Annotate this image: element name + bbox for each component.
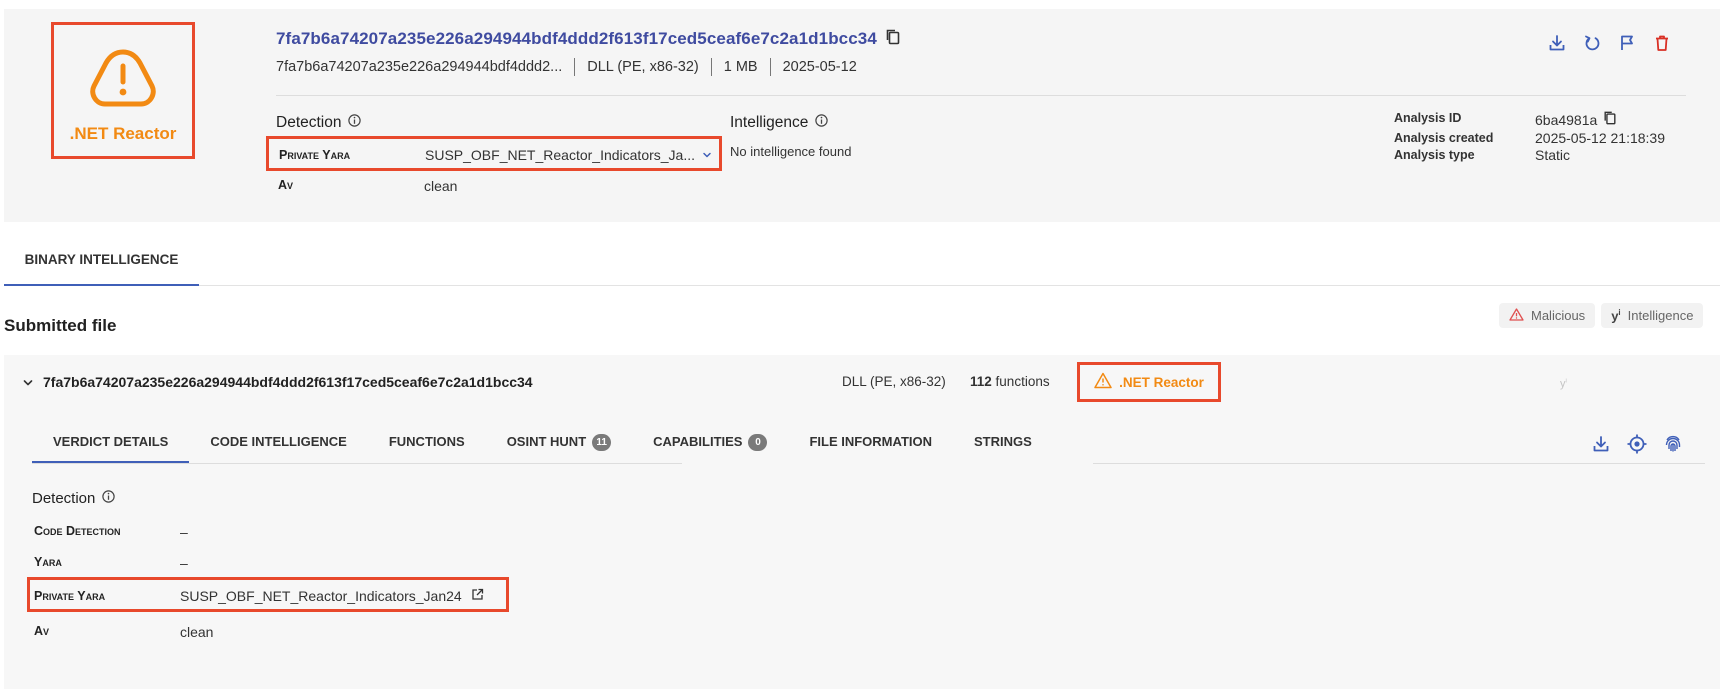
tab-code-intelligence[interactable]: CODE INTELLIGENCE (189, 425, 368, 463)
tab-binary-intelligence[interactable]: BINARY INTELLIGENCE (4, 252, 199, 286)
warning-icon (90, 49, 156, 107)
flag-icon[interactable] (1616, 32, 1638, 54)
fingerprint-icon[interactable] (1662, 433, 1684, 455)
analysis-created-label: Analysis created (1394, 131, 1494, 145)
tab-label: CODE INTELLIGENCE (210, 434, 347, 449)
badge-label: Malicious (1531, 308, 1586, 323)
private-yara-value: SUSP_OBF_NET_Reactor_Indicators_Ja... (425, 147, 696, 163)
file-verdict-label: .NET Reactor (1119, 374, 1204, 390)
tab-label: VERDICT DETAILS (53, 434, 169, 449)
functions-count: 112 functions (970, 374, 1050, 389)
header-actions (1546, 32, 1673, 54)
file-hash-title: 7fa7b6a74207a235e226a294944bdf4ddd2f613f… (276, 28, 901, 49)
verdict-card: .NET Reactor (51, 22, 195, 159)
divider (574, 58, 576, 76)
external-link-icon[interactable] (471, 588, 484, 604)
tab-label: FUNCTIONS (388, 434, 465, 449)
count-badge: 11 (592, 434, 612, 451)
intelligence-icon: yi (1611, 307, 1621, 324)
tab-verdict-details[interactable]: VERDICT DETAILS (32, 425, 190, 463)
warning-icon (1509, 307, 1524, 324)
detection-heading: Detection (276, 114, 362, 132)
code-detection-value: – (180, 524, 188, 540)
file-verdict-badge: .NET Reactor (1077, 362, 1221, 402)
info-icon[interactable] (102, 490, 116, 507)
chevron-down-icon[interactable] (701, 148, 713, 164)
file-type: DLL (PE, x86-32) (587, 59, 699, 75)
tab-osint-hunt[interactable]: OSINT HUNT 11 (486, 425, 632, 463)
tab-label: BINARY INTELLIGENCE (24, 252, 179, 267)
file-tabs: VERDICT DETAILS CODE INTELLIGENCE FUNCTI… (32, 425, 1053, 463)
divider (710, 58, 712, 76)
functions-number: 112 (970, 374, 992, 389)
file-date: 2025-05-12 (782, 59, 857, 75)
submitted-file-card (4, 355, 1720, 689)
intelligence-icon: yi (1560, 378, 1567, 390)
tab-capabilities[interactable]: CAPABILITIES 0 (632, 425, 788, 463)
av-value: clean (424, 178, 458, 194)
file-size: 1 MB (723, 59, 758, 75)
divider (199, 285, 1720, 286)
copy-icon[interactable] (1603, 110, 1617, 130)
warning-icon (1094, 372, 1112, 392)
status-badges: Malicious yi Intelligence (1499, 303, 1704, 328)
count-badge: 0 (748, 434, 768, 451)
refresh-icon[interactable] (1581, 32, 1603, 54)
chevron-down-icon[interactable] (22, 376, 34, 392)
analysis-info: Analysis ID 6ba4981a Analysis created 20… (1394, 110, 1665, 164)
divider (32, 463, 682, 464)
malicious-badge: Malicious (1499, 303, 1596, 328)
tab-functions[interactable]: FUNCTIONS (368, 425, 486, 463)
intelligence-value: No intelligence found (730, 144, 852, 159)
delete-icon[interactable] (1651, 32, 1673, 54)
info-icon[interactable] (815, 114, 829, 132)
private-yara-value: SUSP_OBF_NET_Reactor_Indicators_Jan24 (180, 588, 462, 604)
private-yara-label: Private Yara (34, 589, 106, 603)
file-meta-row: 7fa7b6a74207a235e226a294944bdf4ddd2... D… (276, 58, 857, 76)
yara-value: – (180, 555, 188, 571)
av-value: clean (180, 624, 214, 640)
tab-label: CAPABILITIES (653, 434, 743, 449)
av-label: Av (34, 624, 50, 638)
detection-title: Detection (32, 490, 96, 507)
tab-label: OSINT HUNT (506, 434, 587, 449)
verdict-label: .NET Reactor (69, 124, 177, 143)
yara-label: Yara (34, 555, 62, 569)
private-yara-row[interactable]: Private Yara SUSP_OBF_NET_Reactor_Indica… (266, 136, 722, 171)
analysis-type-label: Analysis type (1394, 148, 1475, 162)
av-label: Av (278, 178, 294, 192)
divider (276, 95, 1686, 96)
download-icon[interactable] (1590, 433, 1612, 455)
divider (769, 58, 771, 76)
analysis-created-value: 2025-05-12 21:18:39 (1535, 130, 1665, 146)
code-detection-label: Code Detection (34, 524, 121, 538)
analysis-id-label: Analysis ID (1394, 111, 1462, 125)
private-yara-label: Private Yara (279, 148, 351, 162)
divider (1093, 463, 1705, 464)
file-actions (1590, 433, 1684, 455)
tab-strings[interactable]: STRINGS (953, 425, 1053, 463)
info-icon[interactable] (348, 114, 362, 132)
sha256-text[interactable]: 7fa7b6a74207a235e226a294944bdf4ddd2f613f… (276, 29, 877, 49)
verdict-detection-heading: Detection (32, 490, 116, 507)
tab-label: STRINGS (974, 434, 1032, 449)
badge-label: Intelligence (1627, 308, 1694, 323)
tab-label: FILE INFORMATION (809, 434, 932, 449)
functions-label: functions (995, 374, 1050, 389)
download-icon[interactable] (1546, 32, 1568, 54)
private-yara-detail-row: Private Yara SUSP_OBF_NET_Reactor_Indica… (27, 577, 509, 612)
analysis-id-value: 6ba4981a (1535, 111, 1598, 128)
intelligence-title: Intelligence (730, 114, 809, 131)
submitted-file-heading: Submitted file (4, 316, 117, 335)
detection-title: Detection (276, 114, 342, 131)
file-hash[interactable]: 7fa7b6a74207a235e226a294944bdf4ddd2f613f… (43, 374, 533, 390)
tab-file-information[interactable]: FILE INFORMATION (788, 425, 953, 463)
intelligence-badge: yi Intelligence (1601, 303, 1704, 328)
analysis-type-value: Static (1535, 147, 1571, 163)
file-type: DLL (PE, x86-32) (842, 374, 946, 389)
intelligence-heading: Intelligence (730, 114, 829, 132)
file-name: 7fa7b6a74207a235e226a294944bdf4ddd2... (276, 59, 563, 75)
copy-icon[interactable] (885, 28, 901, 49)
target-icon[interactable] (1626, 433, 1648, 455)
